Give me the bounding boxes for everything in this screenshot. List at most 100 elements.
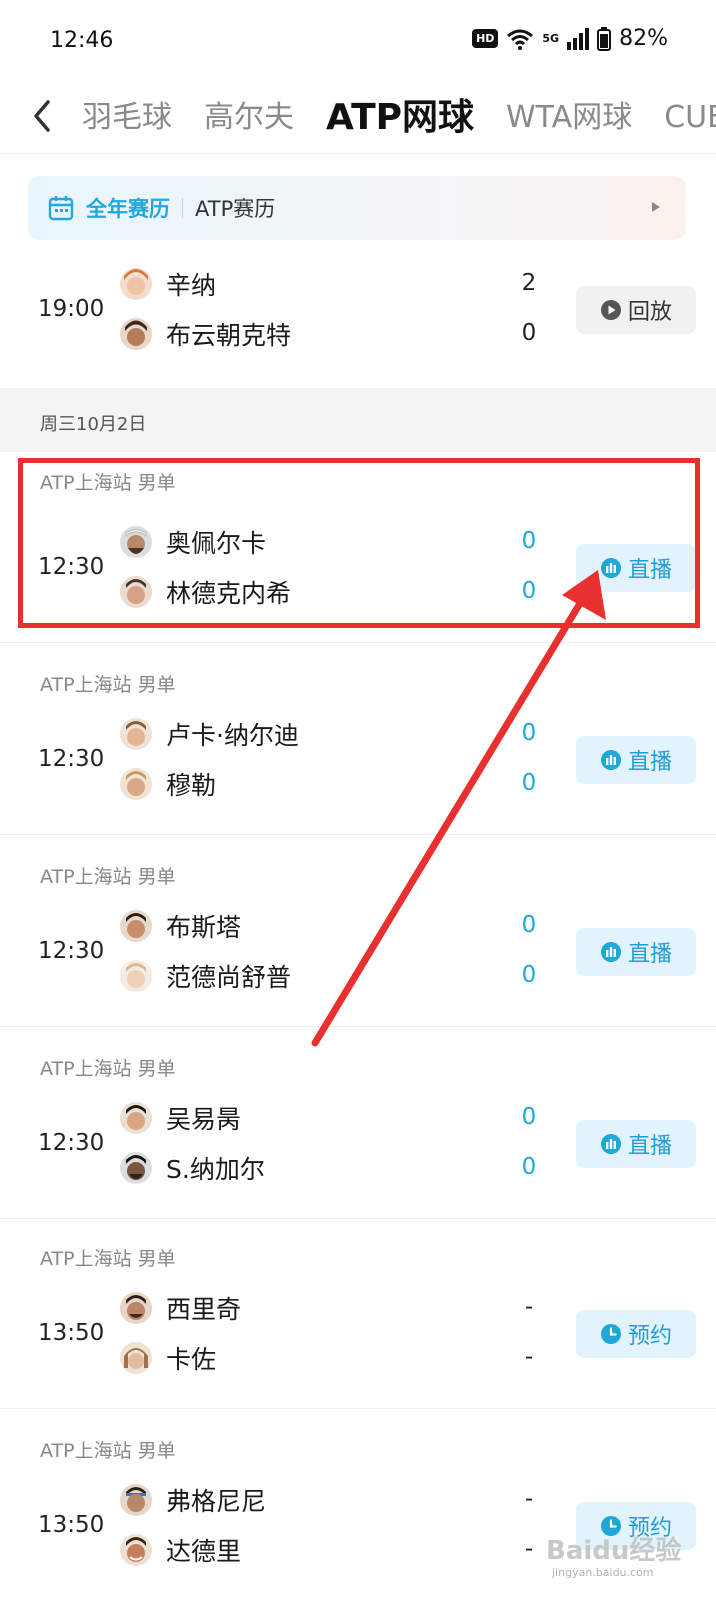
player-name: 范德尚舒普 — [166, 963, 292, 992]
match-time: 12:30 — [38, 1130, 105, 1156]
match-time: 12:30 — [38, 938, 105, 964]
player-1-score: - — [524, 1294, 534, 1320]
player-avatar — [120, 318, 152, 350]
tab-wta-tennis[interactable]: WTA网球 — [506, 90, 632, 146]
player-name: 吴易昺 — [166, 1105, 242, 1134]
player-avatar — [120, 910, 152, 942]
player-name: 布斯塔 — [166, 913, 242, 942]
live-stats-icon — [600, 942, 621, 962]
player-2-score: - — [524, 1536, 534, 1562]
player-name: 卢卡·纳尔迪 — [166, 721, 299, 750]
player-2-score: 0 — [521, 962, 537, 988]
live-label: 直播 — [627, 942, 672, 967]
player-2: S.纳加尔 — [120, 1148, 265, 1188]
player-avatar — [120, 1534, 152, 1566]
watermark-logo: Baidu经验 — [546, 1536, 682, 1566]
date-separator: 周三10月2日 — [0, 388, 716, 452]
tab-list: 羽毛球 高尔夫 ATP网球 WTA网球 CUB — [82, 90, 716, 146]
player-2: 达德里 — [120, 1530, 241, 1570]
player-1: 布斯塔 — [120, 906, 241, 946]
player-1-score: 2 — [521, 270, 537, 296]
reserve-label: 预约 — [627, 1324, 672, 1349]
live-stats-icon — [600, 750, 621, 770]
reserve-button[interactable]: 预约 — [576, 1310, 696, 1358]
match-row[interactable]: ATP上海站 男单 12:30 吴易昺 S.纳加尔 0 0 直播 — [0, 1026, 716, 1216]
player-2-score: 0 — [521, 320, 537, 346]
live-stats-icon — [600, 1134, 621, 1154]
hd-icon: HD — [472, 29, 499, 48]
match-time: 13:50 — [38, 1512, 105, 1538]
player-avatar — [120, 718, 152, 750]
live-button[interactable]: 直播 — [576, 1120, 696, 1168]
player-avatar — [120, 268, 152, 300]
tab-badminton[interactable]: 羽毛球 — [82, 90, 172, 146]
tab-cub[interactable]: CUB — [664, 90, 716, 146]
player-1-score: 0 — [521, 1104, 537, 1130]
live-label: 直播 — [627, 1134, 672, 1159]
player-avatar — [120, 1342, 152, 1374]
player-1: 辛纳 — [120, 264, 216, 304]
status-bar: 12:46 HD 5G 82% — [0, 0, 716, 82]
clock-icon — [600, 1324, 621, 1344]
match-row[interactable]: ATP上海站 男单 12:30 布斯塔 范德尚舒普 0 0 直播 — [0, 834, 716, 1024]
wifi-icon — [507, 29, 534, 50]
network-5g-label: 5G — [542, 31, 560, 45]
match-time: 19:00 — [38, 296, 105, 322]
chevron-right-icon — [652, 202, 660, 212]
replay-label: 回放 — [627, 300, 672, 325]
signal-icon — [567, 27, 590, 50]
competition-label: ATP上海站 男单 — [40, 1248, 176, 1270]
banner-title: 全年赛历 — [86, 197, 170, 221]
player-name: 布云朝克特 — [166, 321, 292, 350]
live-button[interactable]: 直播 — [576, 736, 696, 784]
player-1: 弗格尼尼 — [120, 1480, 266, 1520]
match-row[interactable]: ATP上海站 男单 13:50 西里奇 卡佐 - - 预约 — [0, 1218, 716, 1408]
player-avatar — [120, 1484, 152, 1516]
banner-divider — [182, 198, 183, 218]
player-1-score: 0 — [521, 912, 537, 938]
player-2: 范德尚舒普 — [120, 956, 291, 996]
match-time: 12:30 — [38, 746, 105, 772]
player-2-score: 0 — [521, 770, 537, 796]
player-name: 达德里 — [166, 1537, 242, 1566]
play-icon — [600, 300, 621, 320]
tab-atp-tennis[interactable]: ATP网球 — [326, 90, 474, 146]
highlight-box — [18, 458, 700, 628]
player-avatar — [120, 1292, 152, 1324]
player-name: 穆勒 — [166, 771, 217, 800]
status-icons: HD 5G 82% — [472, 26, 668, 51]
sport-tab-bar: 羽毛球 高尔夫 ATP网球 WTA网球 CUB — [0, 82, 716, 154]
season-calendar-banner[interactable]: 全年赛历 ATP赛历 — [28, 176, 686, 240]
match-row[interactable]: ATP上海站 男单 12:30 卢卡·纳尔迪 穆勒 0 0 直播 — [0, 642, 716, 832]
player-1: 卢卡·纳尔迪 — [120, 714, 299, 754]
watermark-url: jingyan.baidu.com — [552, 1566, 654, 1579]
player-name: S.纳加尔 — [166, 1155, 265, 1184]
player-name: 弗格尼尼 — [166, 1487, 267, 1516]
player-1: 吴易昺 — [120, 1098, 241, 1138]
player-2: 穆勒 — [120, 764, 216, 804]
banner-subtitle: ATP赛历 — [195, 197, 276, 221]
match-time: 13:50 — [38, 1320, 105, 1346]
calendar-icon — [48, 196, 74, 221]
player-name: 卡佐 — [166, 1345, 217, 1374]
battery-percent: 82% — [619, 26, 668, 51]
date-label: 周三10月2日 — [40, 414, 147, 435]
back-icon[interactable] — [28, 96, 58, 136]
status-time: 12:46 — [50, 28, 114, 53]
replay-button[interactable]: 回放 — [576, 286, 696, 334]
competition-label: ATP上海站 男单 — [40, 866, 176, 888]
player-1: 西里奇 — [120, 1288, 241, 1328]
player-2: 卡佐 — [120, 1338, 216, 1378]
player-name: 西里奇 — [166, 1295, 242, 1324]
match-row[interactable]: 19:00 辛纳 布云朝克特 2 0 回放 — [0, 260, 716, 380]
player-avatar — [120, 1152, 152, 1184]
competition-label: ATP上海站 男单 — [40, 1440, 176, 1462]
player-avatar — [120, 960, 152, 992]
live-label: 直播 — [627, 750, 672, 775]
live-button[interactable]: 直播 — [576, 928, 696, 976]
player-1-score: 0 — [521, 720, 537, 746]
competition-label: ATP上海站 男单 — [40, 1058, 176, 1080]
player-2-score: 0 — [521, 1154, 537, 1180]
competition-label: ATP上海站 男单 — [40, 674, 176, 696]
tab-golf[interactable]: 高尔夫 — [204, 90, 294, 146]
